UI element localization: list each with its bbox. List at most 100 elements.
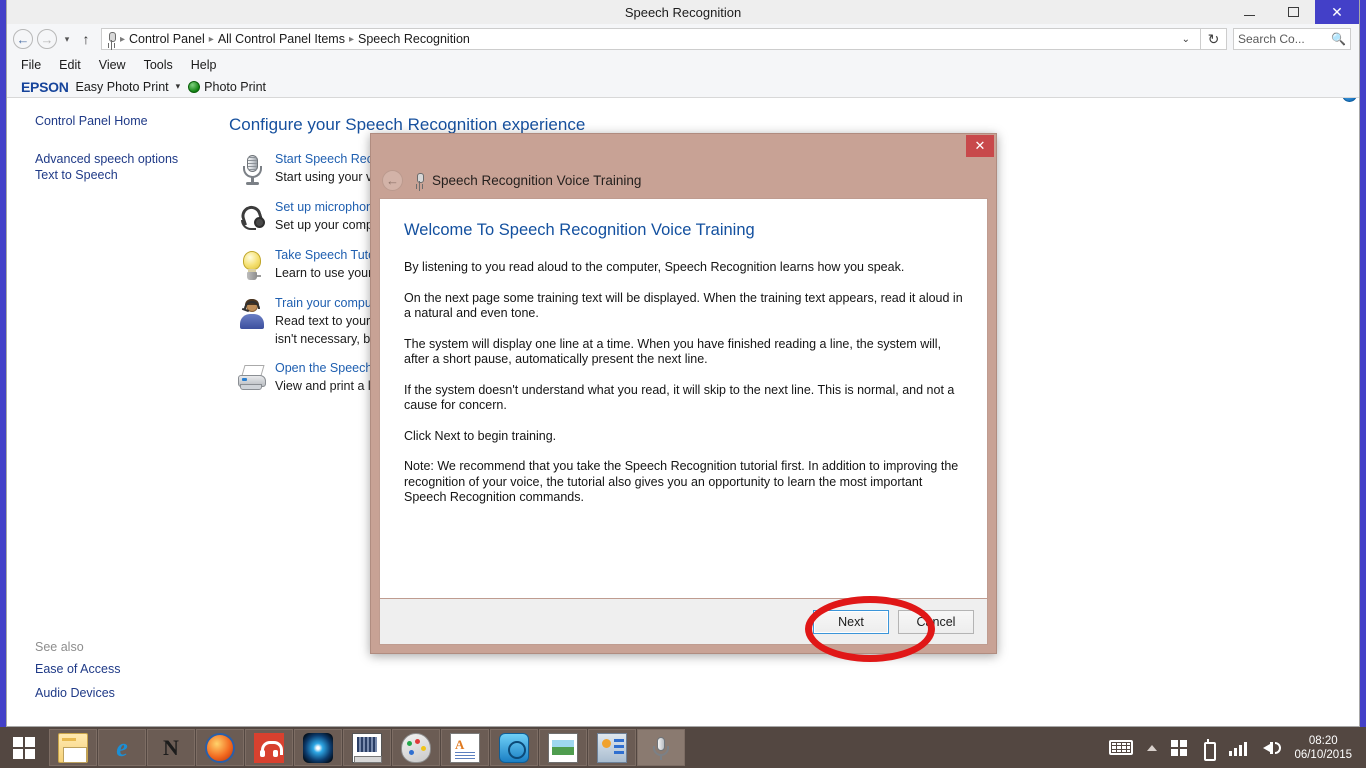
- sidebar-item-text-to-speech[interactable]: Text to Speech: [35, 168, 229, 182]
- task-text: Set up microphone Set up your comput: [275, 199, 383, 235]
- task-description: Set up your comput: [275, 218, 384, 232]
- taskbar-item-speech-recognition[interactable]: [637, 729, 685, 766]
- next-button[interactable]: Next: [813, 609, 889, 634]
- usb-device-icon[interactable]: [1201, 738, 1217, 761]
- taskbar-item-nero[interactable]: N: [147, 729, 195, 766]
- control-panel-icon: [597, 732, 627, 763]
- taskbar-item-headphones[interactable]: [245, 729, 293, 766]
- window-controls: ✕: [1227, 0, 1359, 24]
- dialog-close-button[interactable]: ✕: [966, 135, 994, 157]
- dialog-title: Speech Recognition Voice Training: [432, 172, 642, 188]
- navigation-bar: ← → ▾ ↑ ▸ Control Panel ▸ All Control Pa…: [7, 24, 1359, 54]
- breadcrumb-control-panel[interactable]: Control Panel: [126, 32, 208, 46]
- cancel-button[interactable]: Cancel: [898, 609, 974, 634]
- epson-logo: EPSON: [21, 78, 69, 95]
- taskbar-item-computer[interactable]: [343, 729, 391, 766]
- clock-time: 08:20: [1308, 734, 1338, 747]
- close-button[interactable]: ✕: [1315, 0, 1359, 24]
- see-also-title: See also: [35, 640, 84, 654]
- breadcrumb-speech-recognition[interactable]: Speech Recognition: [355, 32, 473, 46]
- lightbulb-icon: [229, 247, 275, 283]
- speech-recognition-icon: [646, 733, 676, 763]
- address-bar[interactable]: ▸ Control Panel ▸ All Control Panel Item…: [101, 28, 1201, 50]
- taskbar-item-folder[interactable]: [49, 729, 97, 766]
- keyboard-icon[interactable]: [1109, 740, 1134, 755]
- taskbar-item-control-panel[interactable]: [588, 729, 636, 766]
- window-title: Speech Recognition: [624, 4, 742, 20]
- dialog-paragraph: By listening to you read aloud to the co…: [404, 260, 905, 274]
- folder-icon: [58, 732, 88, 763]
- microphone-icon: [414, 173, 425, 187]
- computer-icon: [352, 732, 382, 763]
- show-hidden-icons-arrow[interactable]: [1147, 744, 1158, 751]
- wordpad-icon: [450, 732, 480, 763]
- voice-training-dialog: ✕ ← Speech Recognition Voice Training We…: [370, 133, 997, 654]
- refresh-icon[interactable]: ↻: [1201, 28, 1227, 50]
- chevron-down-icon[interactable]: ▾: [176, 81, 181, 92]
- sidebar-item-control-panel-home[interactable]: Control Panel Home: [35, 114, 229, 128]
- taskbar: e N 08:20 06/10/2015: [0, 727, 1366, 768]
- menu-tools[interactable]: Tools: [135, 58, 182, 72]
- system-tray: 08:20 06/10/2015: [1102, 727, 1366, 768]
- breadcrumb-all-items[interactable]: All Control Panel Items: [215, 32, 348, 46]
- sidebar-item-advanced-speech-options[interactable]: Advanced speech options: [35, 152, 229, 166]
- up-arrow-icon[interactable]: ↑: [75, 27, 97, 51]
- forward-icon[interactable]: →: [37, 29, 57, 49]
- dialog-body: Welcome To Speech Recognition Voice Trai…: [379, 198, 988, 599]
- maximize-button[interactable]: [1271, 0, 1315, 24]
- minimize-button[interactable]: [1227, 0, 1271, 24]
- chevron-down-icon[interactable]: ⌄: [1176, 34, 1196, 45]
- internet-explorer-icon: e: [116, 732, 128, 762]
- back-icon[interactable]: ←: [13, 29, 33, 49]
- photo-viewer-icon: [548, 732, 578, 763]
- dialog-paragraph: If the system doesn't understand what yo…: [404, 382, 955, 413]
- breadcrumb-separator: ▸: [348, 33, 354, 45]
- windows-flag-icon[interactable]: [1171, 739, 1188, 756]
- signal-bars-icon[interactable]: [1229, 740, 1249, 756]
- task-link[interactable]: Set up microphone: [275, 200, 383, 214]
- taskbar-item-internet-explorer[interactable]: e: [98, 729, 146, 766]
- microphone-icon: [229, 151, 275, 187]
- menu-help[interactable]: Help: [182, 58, 226, 72]
- epson-toolbar: EPSON Easy Photo Print ▾ Photo Print: [7, 76, 1359, 98]
- menu-edit[interactable]: Edit: [50, 58, 90, 72]
- easy-photo-print-button[interactable]: Easy Photo Print: [76, 80, 169, 94]
- menu-view[interactable]: View: [90, 58, 135, 72]
- clock[interactable]: 08:20 06/10/2015: [1290, 734, 1360, 762]
- sidebar-item-ease-of-access[interactable]: Ease of Access: [35, 662, 229, 676]
- taskbar-item-wordpad[interactable]: [441, 729, 489, 766]
- taskbar-item-photo-viewer[interactable]: [539, 729, 587, 766]
- start-button[interactable]: [0, 727, 48, 768]
- sidebar-item-audio-devices[interactable]: Audio Devices: [35, 686, 229, 700]
- taskbar-item-paint[interactable]: [392, 729, 440, 766]
- dialog-paragraph: The system will display one line at a ti…: [404, 336, 942, 367]
- page-title: Configure your Speech Recognition experi…: [229, 115, 586, 134]
- desktop: Speech Recognition ✕ ← → ▾ ↑ ▸ Control P…: [0, 0, 1366, 768]
- dialog-heading: Welcome To Speech Recognition Voice Trai…: [404, 221, 755, 239]
- breadcrumb-separator: ▸: [120, 33, 126, 45]
- media-player-icon: [303, 732, 333, 763]
- menu-file[interactable]: File: [21, 58, 50, 72]
- paint-icon: [401, 732, 431, 763]
- photo-print-button[interactable]: Photo Print: [204, 80, 266, 94]
- see-also-section: See also Ease of Access Audio Devices: [35, 640, 229, 726]
- taskbar-item-firefox[interactable]: [196, 729, 244, 766]
- breadcrumb-separator: ▸: [208, 33, 214, 45]
- menu-bar: File Edit View Tools Help: [7, 54, 1359, 76]
- firefox-icon: [205, 732, 235, 763]
- task-description: View and print a list: [275, 379, 384, 393]
- dialog-back-icon[interactable]: ←: [382, 169, 403, 191]
- help-icon[interactable]: ?: [1342, 98, 1357, 102]
- search-icon[interactable]: 🔍: [1331, 32, 1346, 46]
- printer-icon: [229, 360, 275, 396]
- recent-pages-chevron-icon[interactable]: ▾: [59, 27, 75, 51]
- volume-icon[interactable]: [1263, 740, 1283, 756]
- taskbar-item-disk[interactable]: [490, 729, 538, 766]
- sidebar: Control Panel Home Advanced speech optio…: [7, 98, 229, 726]
- taskbar-item-media-player[interactable]: [294, 729, 342, 766]
- disk-icon: [499, 732, 529, 763]
- headset-icon: [229, 199, 275, 235]
- search-input[interactable]: Search Co... 🔍: [1233, 28, 1351, 50]
- dialog-paragraph: On the next page some training text will…: [404, 290, 963, 321]
